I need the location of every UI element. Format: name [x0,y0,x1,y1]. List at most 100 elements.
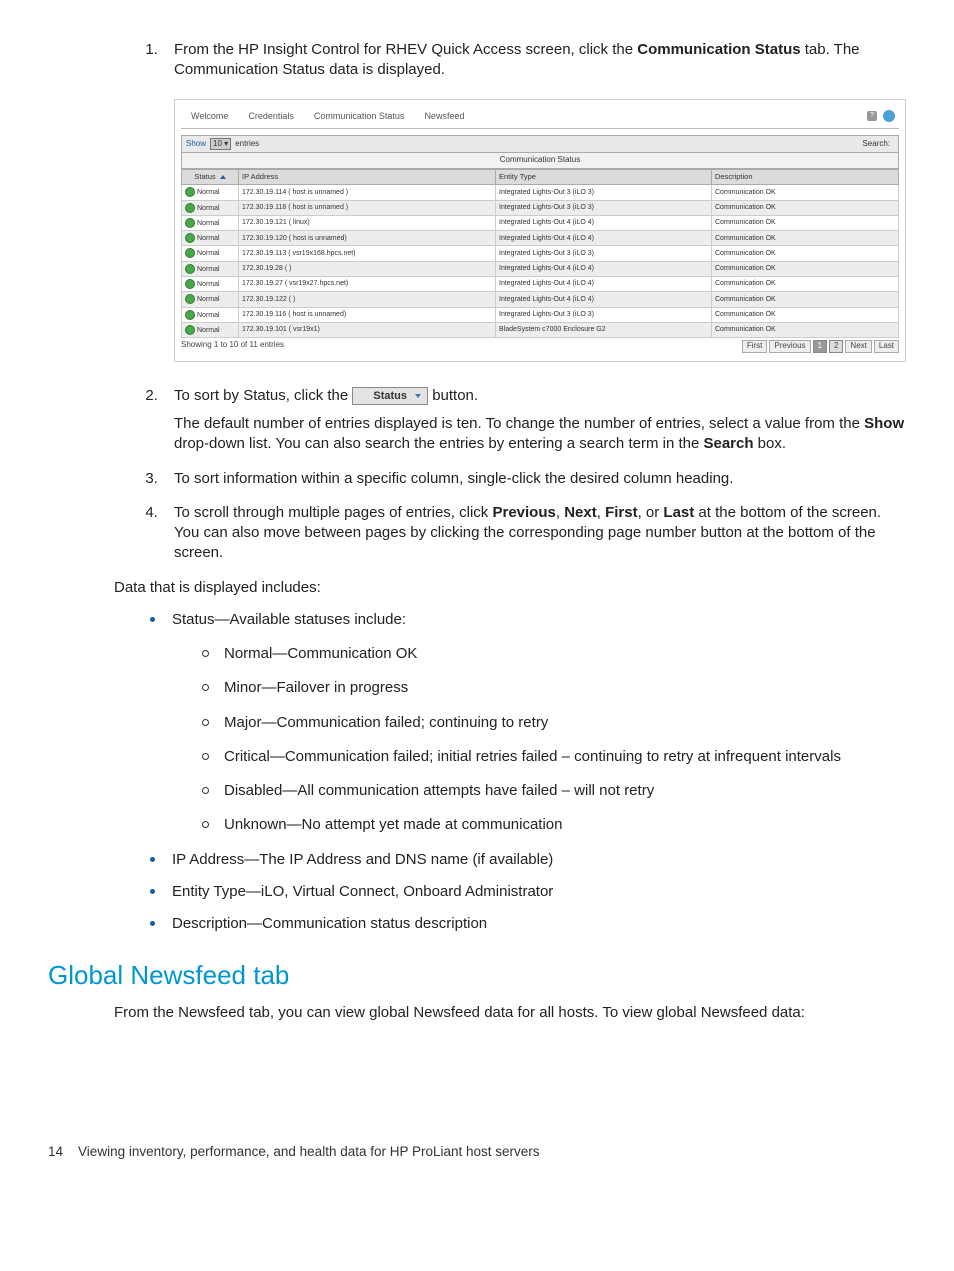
step1-pre: From the HP Insight Control for RHEV Qui… [174,41,637,58]
status-ok-icon [185,233,195,243]
table-title: Communication Status [181,153,899,169]
pager-first[interactable]: First [742,340,768,353]
step-2: To sort by Status, click the Status butt… [162,386,906,455]
cell-desc: Communication OK [712,246,899,261]
status-value-item: Normal—Communication OK [202,644,906,664]
help-icon[interactable]: ? [867,111,877,121]
pager-last[interactable]: Last [874,340,899,353]
status-ok-icon [185,248,195,258]
cell-entity: Integrated Lights-Out 4 (iLO 4) [496,261,712,276]
tab-comm-status[interactable]: Communication Status [304,108,415,124]
table-row: Normal172.30.19.121 ( linux)Integrated L… [182,215,899,230]
pager-prev[interactable]: Previous [769,340,810,353]
cell-desc: Communication OK [712,322,899,337]
cell-status: Normal [182,246,239,261]
cell-entity: Integrated Lights-Out 3 (iLO 3) [496,185,712,200]
status-ok-icon [185,264,195,274]
section-body: From the Newsfeed tab, you can view glob… [114,1003,906,1023]
status-values-list: Normal—Communication OK Minor—Failover in… [172,644,906,836]
section-heading: Global Newsfeed tab [48,960,906,991]
cell-ip: 172.30.19.101 ( vsr19x1) [239,322,496,337]
cell-entity: Integrated Lights-Out 4 (iLO 4) [496,292,712,307]
screenshot-panel: Welcome Credentials Communication Status… [174,99,906,362]
status-ok-icon [185,279,195,289]
table-row: Normal172.30.19.28 ( )Integrated Lights-… [182,261,899,276]
step-4: To scroll through multiple pages of entr… [162,503,906,564]
chevron-down-icon [415,394,421,398]
page-footer: 14 Viewing inventory, performance, and h… [48,1144,906,1159]
step2-pre: To sort by Status, click the [174,387,352,404]
status-ok-icon [185,325,195,335]
show-label: Show [186,139,206,150]
header-row: Status IP Address Entity Type Descriptio… [182,170,899,185]
status-value-item: Unknown—No attempt yet made at communica… [202,815,906,835]
cell-ip: 172.30.19.27 ( vsr19x27.hpcs.net) [239,277,496,292]
table-row: Normal172.30.19.116 ( host is unnamed)In… [182,307,899,322]
cell-desc: Communication OK [712,307,899,322]
cell-desc: Communication OK [712,277,899,292]
status-value-item: Critical—Communication failed; initial r… [202,747,906,767]
data-includes-intro: Data that is displayed includes: [114,578,906,598]
col-status[interactable]: Status [182,170,239,185]
cell-desc: Communication OK [712,215,899,230]
cell-ip: 172.30.19.122 ( ) [239,292,496,307]
status-ok-icon [185,203,195,213]
cell-ip: 172.30.19.114 ( host is unnamed ) [239,185,496,200]
table-row: Normal172.30.19.118 ( host is unnamed )I… [182,200,899,215]
controls-row: Show 10 ▾ entries Search: [181,135,899,154]
cell-status: Normal [182,200,239,215]
cell-entity: Integrated Lights-Out 4 (iLO 4) [496,277,712,292]
cell-ip: 172.30.19.28 ( ) [239,261,496,276]
bullet-desc: Description—Communication status descrip… [150,914,906,934]
cell-ip: 172.30.19.113 ( vsr19x168.hpcs.net) [239,246,496,261]
cell-ip: 172.30.19.118 ( host is unnamed ) [239,200,496,215]
col-ip[interactable]: IP Address [239,170,496,185]
cell-desc: Communication OK [712,261,899,276]
cell-entity: Integrated Lights-Out 3 (iLO 3) [496,246,712,261]
table-row: Normal172.30.19.114 ( host is unnamed )I… [182,185,899,200]
tabs-row: Welcome Credentials Communication Status… [181,106,899,129]
table-footer: Showing 1 to 10 of 11 entries First Prev… [181,338,899,355]
cell-desc: Communication OK [712,231,899,246]
entries-label: entries [235,139,259,150]
cell-status: Normal [182,261,239,276]
table-row: Normal172.30.19.101 ( vsr19x1)BladeSyste… [182,322,899,337]
cell-ip: 172.30.19.116 ( host is unnamed) [239,307,496,322]
cell-entity: Integrated Lights-Out 4 (iLO 4) [496,231,712,246]
pager-2[interactable]: 2 [829,340,843,353]
table-row: Normal172.30.19.113 ( vsr19x168.hpcs.net… [182,246,899,261]
status-sort-button[interactable]: Status [352,387,428,406]
page-number: 14 [48,1144,63,1159]
step-3: To sort information within a specific co… [162,469,906,489]
pager: First Previous 1 2 Next Last [742,340,899,353]
col-desc[interactable]: Description [712,170,899,185]
pager-next[interactable]: Next [845,340,871,353]
bullet-entity: Entity Type—iLO, Virtual Connect, Onboar… [150,882,906,902]
status-value-item: Disabled—All communication attempts have… [202,781,906,801]
sort-asc-icon [220,175,226,179]
pager-1[interactable]: 1 [813,340,827,353]
col-entity[interactable]: Entity Type [496,170,712,185]
status-ok-icon [185,187,195,197]
status-value-item: Minor—Failover in progress [202,678,906,698]
status-ok-icon [185,218,195,228]
cell-status: Normal [182,277,239,292]
tab-welcome[interactable]: Welcome [181,108,238,124]
cell-status: Normal [182,292,239,307]
table-row: Normal172.30.19.27 ( vsr19x27.hpcs.net)I… [182,277,899,292]
tab-credentials[interactable]: Credentials [238,108,304,124]
cell-ip: 172.30.19.120 ( host is unnamed) [239,231,496,246]
status-ok-icon [185,310,195,320]
cell-desc: Communication OK [712,200,899,215]
search-label: Search: [862,139,890,150]
bullet-ip: IP Address—The IP Address and DNS name (… [150,850,906,870]
cell-ip: 172.30.19.121 ( linux) [239,215,496,230]
cell-entity: Integrated Lights-Out 3 (iLO 3) [496,200,712,215]
bullet-status: Status—Available statuses include: Norma… [150,610,906,836]
data-table: Status IP Address Entity Type Descriptio… [181,169,899,338]
showing-info: Showing 1 to 10 of 11 entries [181,340,284,353]
entries-select[interactable]: 10 ▾ [210,138,231,151]
chapter-title: Viewing inventory, performance, and heal… [78,1144,540,1159]
step2-post: button. [428,387,478,404]
tab-newsfeed[interactable]: Newsfeed [414,108,474,124]
